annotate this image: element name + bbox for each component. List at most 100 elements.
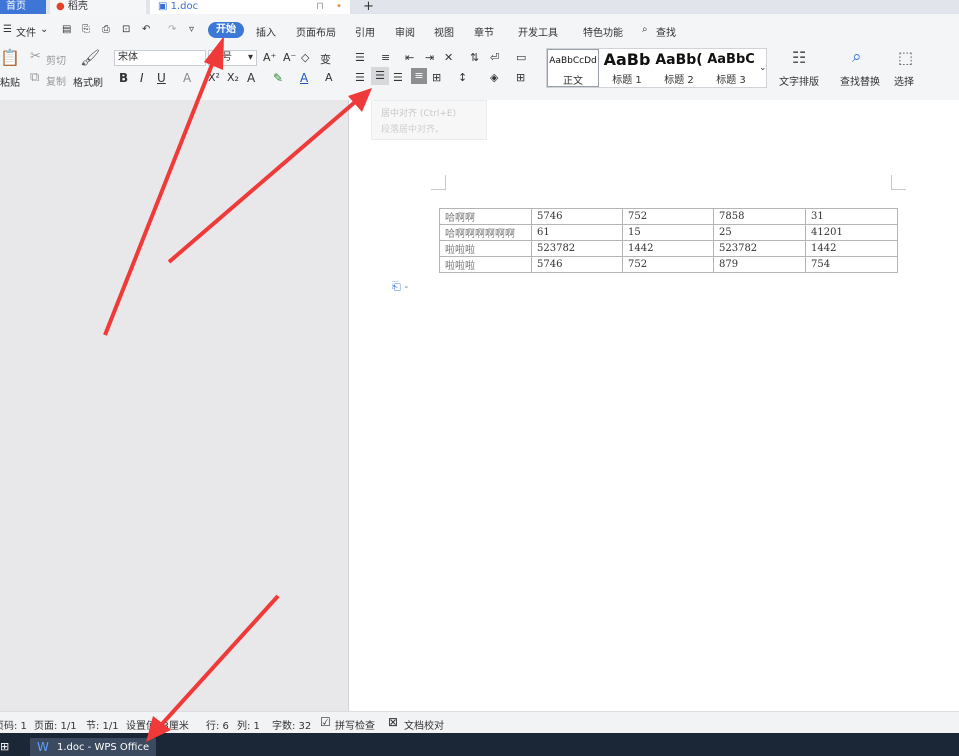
table-cell[interactable]: 哈啊啊 <box>439 208 532 225</box>
table-cell[interactable]: 1442 <box>805 240 898 257</box>
table-cell[interactable]: 752 <box>622 208 714 225</box>
chinese-layout-icon[interactable]: ✕ <box>444 51 453 64</box>
new-tab-button[interactable]: + <box>363 0 374 14</box>
status-page-code[interactable]: 页码: 1 <box>0 717 27 732</box>
table-cell[interactable]: 啦啦啦 <box>439 256 532 273</box>
table-cell[interactable]: 523782 <box>531 240 623 257</box>
find-replace-label[interactable]: 查找替换 <box>840 73 880 88</box>
table-cell[interactable]: 752 <box>622 256 714 273</box>
document-page[interactable] <box>348 100 959 711</box>
pin-icon[interactable]: ⊓ <box>316 0 324 14</box>
table-border-icon[interactable]: ▭ <box>516 51 526 64</box>
menu-developer[interactable]: 开发工具 <box>518 24 558 39</box>
bullet-list-icon[interactable]: ☰ <box>355 51 365 64</box>
align-right-icon[interactable]: ☰ <box>393 71 403 84</box>
search-icon[interactable]: ⌕ <box>642 24 648 35</box>
table-cell[interactable]: 25 <box>713 224 806 241</box>
status-section[interactable]: 节: 1/1 <box>86 717 119 732</box>
status-spell-check[interactable]: 拼写检查 <box>335 717 375 732</box>
show-marks-icon[interactable]: ⏎ <box>490 51 499 64</box>
phonetic-icon[interactable]: 变 <box>320 51 331 67</box>
save-icon[interactable]: ▤ <box>62 24 71 35</box>
decrease-indent-icon[interactable]: ⇤ <box>405 51 414 64</box>
distributed-align-icon[interactable]: ⊞ <box>432 71 441 84</box>
menu-page-layout[interactable]: 页面布局 <box>296 24 336 39</box>
underline-icon[interactable]: U <box>157 71 166 85</box>
style-normal[interactable]: AaBbCcDd 正文 <box>547 49 599 87</box>
paste-label[interactable]: 粘贴 <box>0 74 20 89</box>
paste-icon[interactable]: 📋 <box>0 48 20 67</box>
line-spacing-icon[interactable]: ↕ <box>458 71 467 84</box>
superscript-icon[interactable]: X² <box>208 71 220 84</box>
clear-format-icon[interactable]: ◇ <box>301 51 309 64</box>
menu-special[interactable]: 特色功能 <box>583 24 623 39</box>
borders-icon[interactable]: ⊞ <box>516 71 525 84</box>
char-border-icon[interactable]: A <box>325 71 333 84</box>
table-cell[interactable]: 15 <box>622 224 714 241</box>
cut-icon[interactable]: ✂ <box>30 49 41 64</box>
shading-icon[interactable]: ◈ <box>490 71 498 84</box>
table-cell[interactable]: 5746 <box>531 256 623 273</box>
status-row[interactable]: 行: 6 <box>206 717 229 732</box>
style-heading-2[interactable]: AaBb( 标题 2 <box>653 49 705 87</box>
table-cell[interactable]: 41201 <box>805 224 898 241</box>
bold-icon[interactable]: B <box>119 71 128 85</box>
italic-icon[interactable]: I <box>140 71 144 85</box>
sort-icon[interactable]: ⇅ <box>470 51 479 64</box>
table-cell[interactable]: 754 <box>805 256 898 273</box>
table-cell[interactable]: 哈啊啊啊啊啊啊 <box>439 224 532 241</box>
table-cell[interactable]: 61 <box>531 224 623 241</box>
status-doc-proof[interactable]: 文档校对 <box>404 717 444 732</box>
table-cell[interactable]: 879 <box>713 256 806 273</box>
status-pages[interactable]: 页面: 1/1 <box>34 717 77 732</box>
menu-review[interactable]: 审阅 <box>395 24 415 39</box>
menu-search[interactable]: 查找 <box>656 24 676 39</box>
numbered-list-icon[interactable]: ≡ <box>381 51 390 64</box>
select-icon[interactable]: ⬚ <box>898 48 913 67</box>
text-layout-label[interactable]: 文字排版 <box>779 73 819 88</box>
export-icon[interactable]: ⎘ <box>82 24 90 35</box>
menu-start[interactable]: 开始 <box>208 22 244 38</box>
styles-more-icon[interactable]: ⌄ <box>759 63 767 73</box>
chevron-down-icon[interactable]: ⌄ <box>40 24 48 35</box>
copy-icon[interactable]: ⧉ <box>30 70 39 85</box>
align-left-icon[interactable]: ☰ <box>355 71 365 84</box>
justify-icon[interactable]: ≡ <box>411 68 427 84</box>
status-word-count[interactable]: 字数: 32 <box>272 717 311 732</box>
font-size-select[interactable]: 五号 ▾ <box>208 50 257 66</box>
align-center-icon[interactable]: ☰ <box>371 67 389 85</box>
status-col[interactable]: 列: 1 <box>237 717 260 732</box>
doc-proof-icon[interactable]: ⊠ <box>388 715 398 729</box>
menu-references[interactable]: 引用 <box>355 24 375 39</box>
cut-label[interactable]: 剪切 <box>46 52 66 67</box>
spell-check-icon[interactable]: ☑ <box>320 715 331 729</box>
highlight-icon[interactable]: ✎ <box>273 71 283 85</box>
preview-icon[interactable]: ⊡ <box>122 24 130 35</box>
table-cell[interactable]: 31 <box>805 208 898 225</box>
text-layout-icon[interactable]: ☷ <box>792 48 806 67</box>
font-color-icon[interactable]: A <box>300 71 308 85</box>
format-painter-icon[interactable]: 🖌 <box>80 48 100 67</box>
menu-insert[interactable]: 插入 <box>256 24 276 39</box>
subscript-icon[interactable]: X₂ <box>227 71 239 84</box>
strikethrough-icon[interactable]: A <box>183 71 191 85</box>
format-painter-label[interactable]: 格式刷 <box>73 74 103 89</box>
increase-indent-icon[interactable]: ⇥ <box>425 51 434 64</box>
tab-home[interactable]: 首页 <box>0 0 46 14</box>
undo-icon[interactable]: ↶ <box>142 24 150 35</box>
print-icon[interactable]: ⎙ <box>102 24 110 35</box>
menu-view[interactable]: 视图 <box>434 24 454 39</box>
tab-document[interactable]: ▣ 1.doc ⊓ • <box>150 0 350 14</box>
grow-font-icon[interactable]: A⁺ <box>263 51 276 64</box>
tab-daoke[interactable]: ● 稻壳 <box>50 0 146 14</box>
shrink-font-icon[interactable]: A⁻ <box>283 51 296 64</box>
paragraph-mark-icon[interactable]: ⎗ - <box>392 280 408 294</box>
menu-chapter[interactable]: 章节 <box>474 24 494 39</box>
menu-icon[interactable]: ☰ <box>3 24 12 35</box>
windows-start-icon[interactable]: ⊞ <box>0 740 9 753</box>
table-cell[interactable]: 7858 <box>713 208 806 225</box>
table-cell[interactable]: 啦啦啦 <box>439 240 532 257</box>
customize-icon[interactable]: ▿ <box>189 24 194 35</box>
table-cell[interactable]: 523782 <box>713 240 806 257</box>
find-replace-icon[interactable]: ⌕ <box>852 47 862 67</box>
